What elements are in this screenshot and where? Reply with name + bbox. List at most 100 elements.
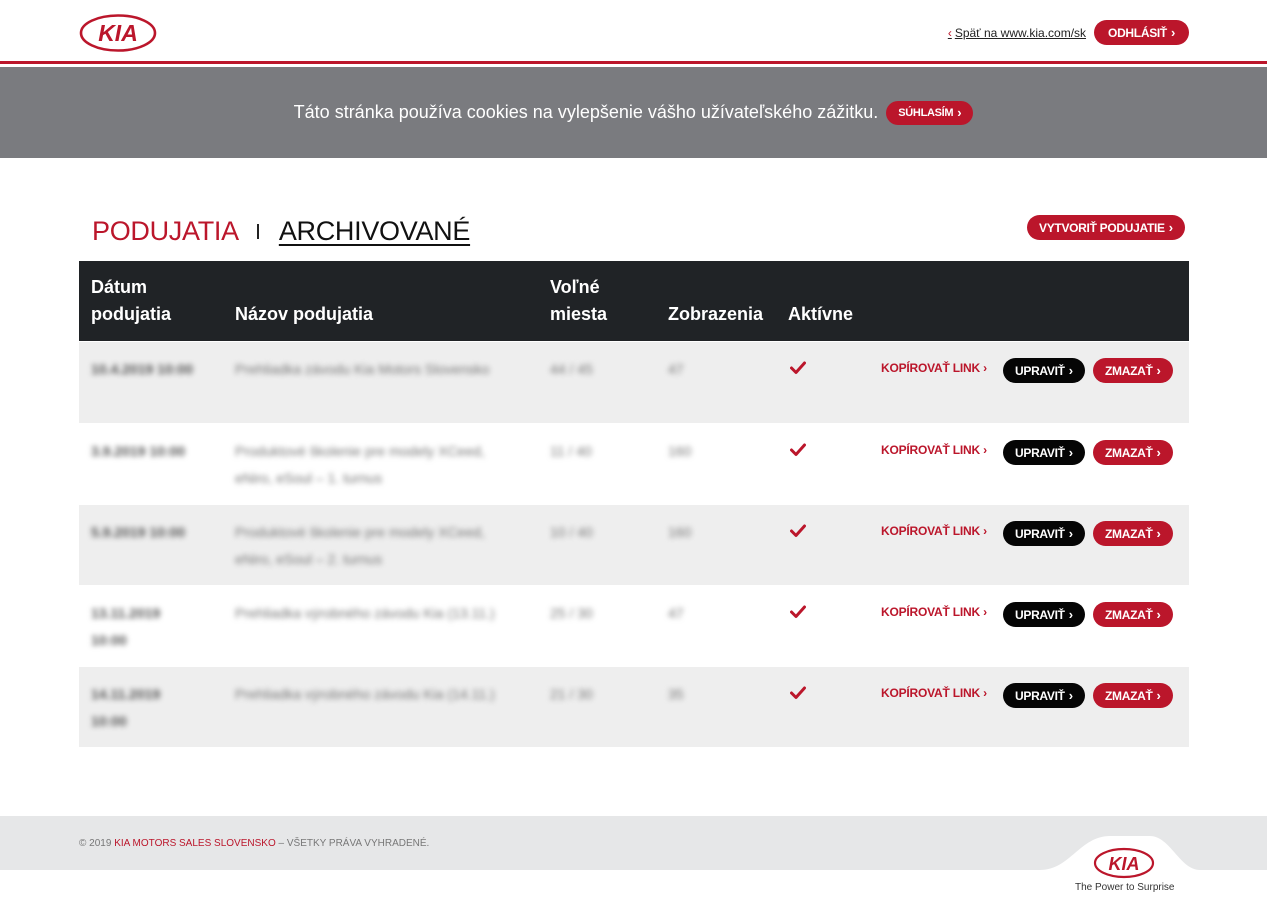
copy-link-label: KOPÍROVAŤ LINK — [881, 524, 980, 538]
col-header-seats: Voľné miesta — [550, 274, 607, 328]
chevron-right-icon: › — [1068, 607, 1073, 622]
table-row: 10.4.2019 10:00 Prehliadka závodu Kia Mot… — [79, 341, 1189, 423]
row-views: 47 — [668, 361, 684, 377]
tab-events[interactable]: PODUJATIA — [92, 216, 239, 247]
edit-label: UPRAVIŤ — [1015, 526, 1065, 541]
page-tabs: PODUJATIA ARCHIVOVANÉ — [92, 216, 470, 247]
create-event-label: VYTVORIŤ PODUJATIE — [1039, 220, 1165, 235]
kia-logo[interactable]: KIA — [79, 14, 157, 52]
checkmark-icon — [790, 605, 806, 618]
row-date: 10.4.2019 10:00 — [91, 356, 193, 383]
copyright-prefix: © 2019 — [79, 838, 112, 849]
delete-label: ZMAZAŤ — [1105, 445, 1153, 460]
row-date-line1: 3.9.2019 10:00 — [91, 443, 186, 459]
copy-link-button[interactable]: KOPÍROVAŤ LINK › — [881, 361, 987, 375]
delete-label: ZMAZAŤ — [1105, 363, 1153, 378]
chevron-right-icon: › — [1068, 445, 1073, 460]
company-name: KIA MOTORS SALES SLOVENSKO — [114, 838, 276, 849]
col-header-seats-line2: miesta — [550, 304, 608, 324]
chevron-right-icon: › — [1068, 363, 1073, 378]
chevron-right-icon: › — [983, 443, 987, 457]
row-name-line2: eNiro, eSoul – 2. turnus — [235, 551, 383, 567]
delete-button[interactable]: ZMAZAŤ › — [1093, 521, 1173, 546]
row-name-line1: Prehliadka závodu Kia Motors Slovensko — [235, 361, 490, 377]
delete-button[interactable]: ZMAZAŤ › — [1093, 602, 1173, 627]
chevron-right-icon: › — [1156, 607, 1161, 622]
row-name: Prehliadka výrobného závodu Kia (13.11.) — [235, 600, 495, 627]
cookie-message: Táto stránka používa cookies na vylepšen… — [293, 102, 879, 122]
col-header-date-line1: Dátum — [91, 277, 148, 297]
row-seats: 25 / 30 — [550, 605, 593, 621]
row-name-line1: Produktové školenie pre modely XCeed, — [235, 443, 485, 459]
row-seats: 44 / 45 — [550, 361, 593, 377]
copy-link-label: KOPÍROVAŤ LINK — [881, 443, 980, 457]
table-row: 14.11.2019 10:00 Prehliadka výrobného závo… — [79, 666, 1189, 747]
logout-button[interactable]: ODHLÁSIŤ › — [1094, 20, 1189, 45]
tab-divider — [256, 224, 259, 239]
col-header-seats-line1: Voľné — [550, 277, 600, 297]
chevron-left-icon: ‹ — [947, 25, 952, 40]
chevron-right-icon: › — [1170, 25, 1175, 40]
row-date-line2: 10:00 — [91, 632, 127, 648]
row-date: 5.9.2019 10:00 — [91, 519, 185, 546]
cookie-banner: Táto stránka používa cookies na vylepšen… — [0, 67, 1267, 158]
chevron-right-icon: › — [1156, 363, 1161, 378]
chevron-right-icon: › — [983, 605, 987, 619]
chevron-right-icon: › — [1156, 445, 1161, 460]
row-views: 160 — [668, 443, 692, 459]
edit-button[interactable]: UPRAVIŤ › — [1003, 358, 1085, 383]
copy-link-button[interactable]: KOPÍROVAŤ LINK › — [881, 524, 987, 538]
create-event-button[interactable]: VYTVORIŤ PODUJATIE › — [1027, 215, 1185, 240]
row-date-line1: 14.11.2019 — [91, 686, 161, 702]
copyright: © 2019 KIA MOTORS SALES SLOVENSKO – VŠET… — [79, 838, 429, 849]
footer-kia-logo-text: KIA — [1109, 854, 1140, 874]
row-name-line1: Prehliadka výrobného závodu Kia (13.11.) — [235, 605, 495, 621]
site-header: KIA ‹ Späť na www.kia.com/sk ODHLÁSIŤ › — [0, 0, 1267, 64]
row-views: 47 — [668, 605, 684, 621]
delete-button[interactable]: ZMAZAŤ › — [1093, 440, 1173, 465]
copy-link-button[interactable]: KOPÍROVAŤ LINK › — [881, 443, 987, 457]
copy-link-label: KOPÍROVAŤ LINK — [881, 605, 980, 619]
cookie-accept-button[interactable]: SÚHLASÍM › — [886, 100, 974, 125]
checkmark-icon — [790, 443, 806, 456]
table-row: 13.11.2019 10:00 Prehliadka výrobného závo… — [79, 585, 1189, 666]
row-seats: 21 / 30 — [550, 686, 593, 702]
chevron-right-icon: › — [1068, 526, 1073, 541]
chevron-right-icon: › — [983, 686, 987, 700]
col-header-date-line2: podujatia — [91, 304, 171, 324]
edit-button[interactable]: UPRAVIŤ › — [1003, 683, 1085, 708]
table-row: 5.9.2019 10:00 Produktové školenie pre mo… — [79, 504, 1189, 585]
delete-button[interactable]: ZMAZAŤ › — [1093, 358, 1173, 383]
kia-logo-text: KIA — [98, 20, 138, 46]
footer-tagline: The Power to Surprise — [1075, 882, 1175, 893]
row-views: 160 — [668, 524, 692, 540]
table-header: Dátum podujatia Názov podujatia Voľné mi… — [79, 261, 1189, 341]
chevron-right-icon: › — [1156, 688, 1161, 703]
delete-button[interactable]: ZMAZAŤ › — [1093, 683, 1173, 708]
edit-button[interactable]: UPRAVIŤ › — [1003, 440, 1085, 465]
row-name: Produktové školenie pre modely XCeed, eNi… — [235, 519, 485, 573]
row-name: Prehliadka výrobného závodu Kia (14.11.) — [235, 681, 495, 708]
edit-button[interactable]: UPRAVIŤ › — [1003, 602, 1085, 627]
edit-label: UPRAVIŤ — [1015, 688, 1065, 703]
edit-label: UPRAVIŤ — [1015, 607, 1065, 622]
row-name-line2: eNiro, eSoul – 1. turnus — [235, 470, 383, 486]
header-actions: ‹ Späť na www.kia.com/sk ODHLÁSIŤ › — [948, 20, 1189, 45]
copy-link-label: KOPÍROVAŤ LINK — [881, 686, 980, 700]
row-date-line1: 5.9.2019 10:00 — [91, 524, 186, 540]
table-row: 3.9.2019 10:00 Produktové školenie pre mo… — [79, 423, 1189, 504]
delete-label: ZMAZAŤ — [1105, 688, 1153, 703]
copy-link-button[interactable]: KOPÍROVAŤ LINK › — [881, 605, 987, 619]
back-to-kia-link[interactable]: ‹ Späť na www.kia.com/sk — [948, 26, 1086, 40]
row-date-line1: 10.4.2019 10:00 — [91, 361, 193, 377]
col-header-date: Dátum podujatia — [91, 274, 171, 328]
tab-archived[interactable]: ARCHIVOVANÉ — [279, 216, 471, 247]
edit-label: UPRAVIŤ — [1015, 363, 1065, 378]
chevron-right-icon: › — [1168, 220, 1173, 235]
edit-button[interactable]: UPRAVIŤ › — [1003, 521, 1085, 546]
copy-link-button[interactable]: KOPÍROVAŤ LINK › — [881, 686, 987, 700]
row-date-line2: 10:00 — [91, 713, 127, 729]
delete-label: ZMAZAŤ — [1105, 526, 1153, 541]
table-body: 10.4.2019 10:00 Prehliadka závodu Kia Mot… — [79, 341, 1189, 747]
back-link-label: Späť na www.kia.com/sk — [954, 25, 1087, 40]
